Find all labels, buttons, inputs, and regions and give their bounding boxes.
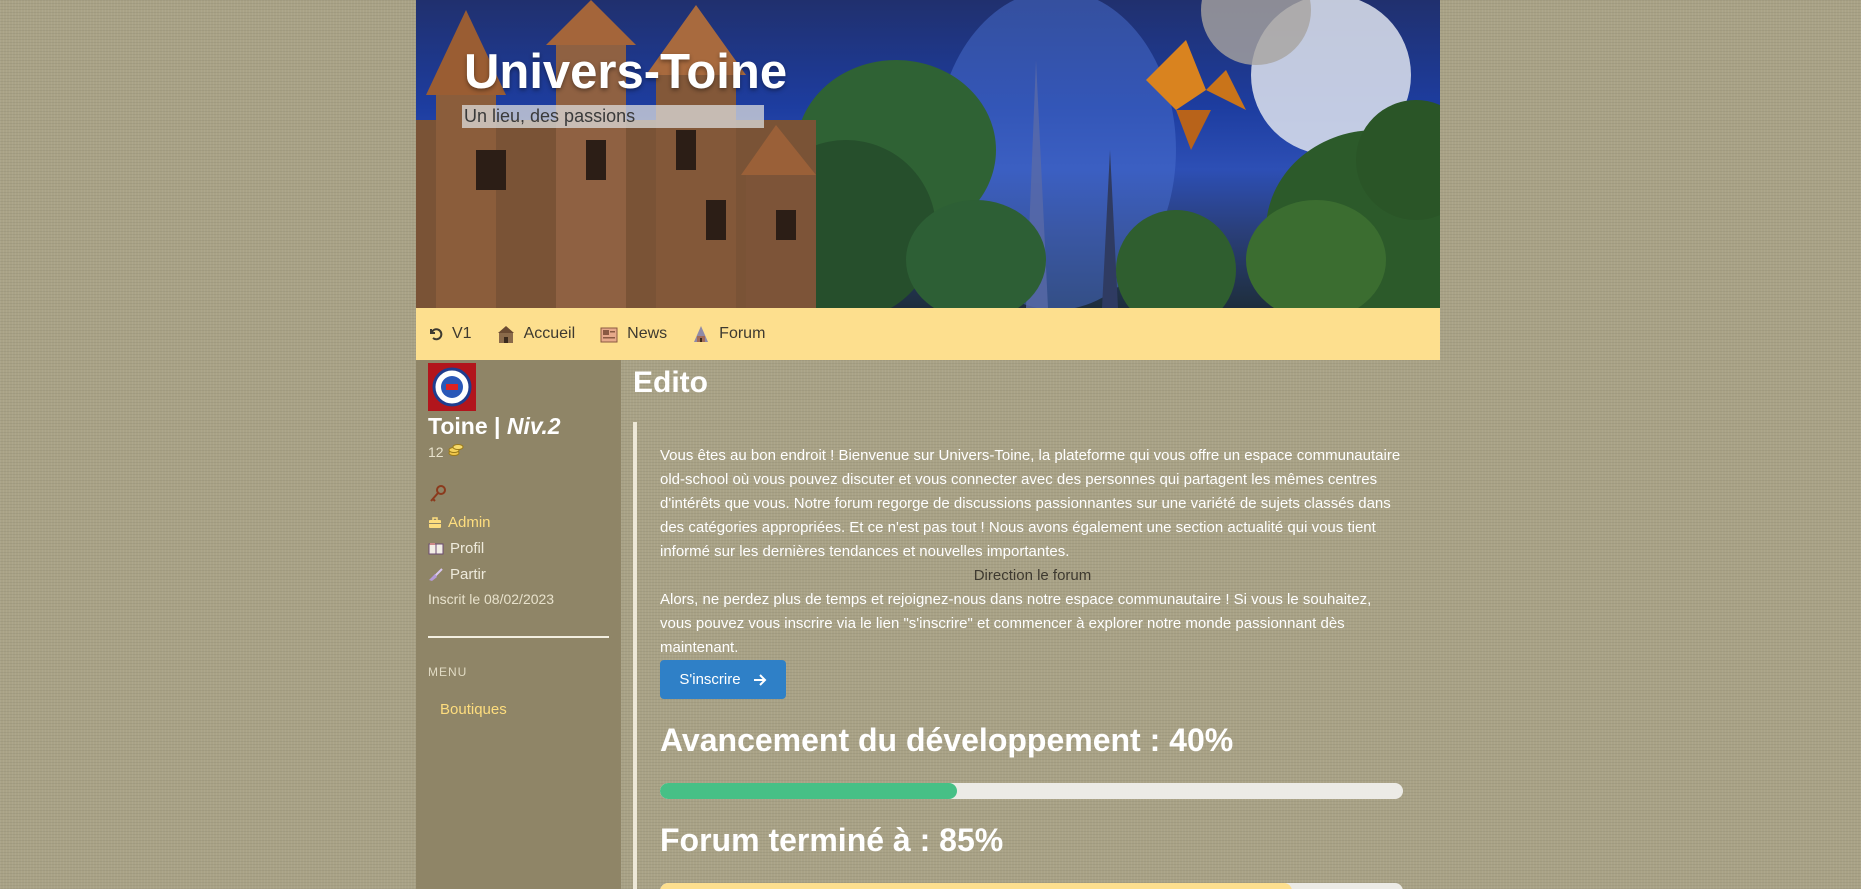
nav-item-label: Forum [719, 325, 766, 342]
broom-icon [428, 567, 444, 582]
nav-item-label: V1 [452, 325, 472, 342]
undo-icon [428, 326, 444, 342]
user-level: Niv.2 [506, 413, 561, 439]
newspaper-icon [599, 324, 619, 344]
sidebar-item-boutiques[interactable]: Boutiques [440, 701, 507, 718]
sidebar-divider [428, 636, 609, 638]
sidebar-item-profil[interactable]: Profil [428, 540, 484, 557]
registration-date: Inscrit le 08/02/2023 [428, 591, 555, 607]
forum-progress-bar [660, 883, 1403, 889]
nav-item-v1[interactable]: V1 [428, 325, 472, 343]
edito-text: Vous êtes au bon endroit ! Bienvenue sur… [660, 444, 1405, 660]
key-icon[interactable] [428, 484, 448, 509]
forum-direction-label: Direction le forum [973, 567, 1092, 584]
edito-paragraph-1: Vous êtes au bon endroit ! Bienvenue sur… [660, 447, 1401, 560]
dev-progress-fill [660, 783, 958, 799]
avatar[interactable] [428, 363, 476, 411]
blockquote-border [633, 422, 637, 889]
dev-progress-title: Avancement du développement : 40% [660, 722, 1234, 758]
club-crest-icon [432, 367, 472, 407]
coin-balance: 12 [428, 443, 464, 460]
sidebar-item-label: Profil [450, 540, 485, 557]
signup-button[interactable]: S'inscrire [660, 660, 786, 699]
dev-progress-bar [660, 783, 1403, 799]
edito-title: Edito [633, 366, 708, 399]
user-sidebar: Toine | Niv.2 12 Admin Profil Partir Ins… [416, 360, 621, 889]
sidebar-item-admin[interactable]: Admin [428, 514, 491, 531]
menu-heading: MENU [428, 665, 468, 679]
header-banner: Univers-Toine Un lieu, des passions [416, 0, 1440, 308]
username: Toine [428, 413, 488, 439]
nav-item-label: News [627, 325, 668, 342]
site-tagline: Un lieu, des passions [462, 105, 764, 128]
top-navbar: V1 Accueil News Forum [416, 308, 1440, 360]
edito-paragraph-2: Alors, ne perdez plus de temps et rejoig… [660, 591, 1372, 656]
user-name-level: Toine | Niv.2 [428, 413, 561, 440]
site-title[interactable]: Univers-Toine [464, 44, 787, 100]
user-separator: | [487, 413, 507, 439]
book-icon [428, 542, 444, 556]
toolbox-icon [428, 516, 442, 529]
nav-item-forum[interactable]: Forum [691, 324, 765, 344]
nav-item-accueil[interactable]: Accueil [496, 324, 576, 344]
forum-progress-fill [660, 883, 1292, 889]
castle-icon [496, 324, 516, 344]
nav-item-news[interactable]: News [599, 324, 667, 344]
signup-button-label: S'inscrire [679, 671, 741, 688]
forum-castle-icon [691, 324, 711, 344]
arrow-right-icon [753, 673, 767, 687]
coin-count: 12 [428, 443, 444, 460]
forum-progress-title: Forum terminé à : 85% [660, 822, 1004, 858]
sidebar-item-label: Partir [450, 566, 486, 583]
sidebar-item-label: Admin [448, 514, 491, 531]
nav-item-label: Accueil [523, 325, 576, 342]
main-content: Edito Vous êtes au bon endroit ! Bienven… [621, 360, 1440, 889]
page-container: Univers-Toine Un lieu, des passions V1 A… [416, 0, 1440, 889]
coins-icon [448, 443, 464, 460]
sidebar-item-partir[interactable]: Partir [428, 566, 486, 583]
